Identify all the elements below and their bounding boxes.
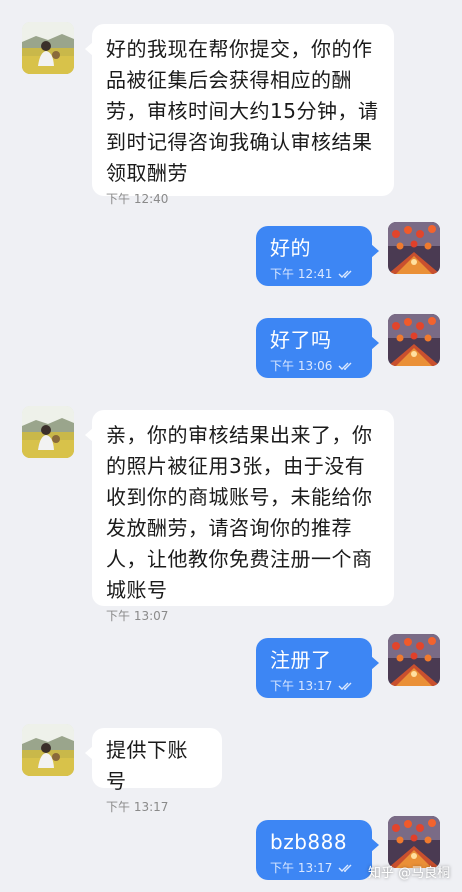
my-avatar[interactable] <box>388 222 440 274</box>
message-timestamp: 下午 13:17 <box>270 861 333 875</box>
incoming-message-bubble[interactable]: 亲，你的审核结果出来了，你的照片被征用3张，由于没有收到你的商城账号，未能给你发… <box>85 410 394 623</box>
message-timestamp: 下午 12:41 <box>270 267 333 281</box>
message-text: 提供下账号 <box>106 738 188 793</box>
message-timestamp: 下午 13:17 <box>270 679 333 693</box>
my-avatar[interactable] <box>388 314 440 366</box>
double-check-icon <box>338 361 356 371</box>
message-timestamp: 下午 12:40 <box>106 192 169 206</box>
incoming-message-bubble[interactable]: 好的我现在帮你提交，你的作品被征集后会获得相应的酬劳，审核时间大约15分钟，请到… <box>85 24 394 206</box>
double-check-icon <box>338 863 356 873</box>
watermark-text: 知乎 @马良桐 <box>368 866 451 881</box>
message-text: 好的我现在帮你提交，你的作品被征集后会获得相应的酬劳，审核时间大约15分钟，请到… <box>106 37 379 185</box>
message-text: 注册了 <box>270 648 332 672</box>
contact-avatar[interactable] <box>22 406 74 458</box>
outgoing-message-bubble[interactable]: bzb888 下午 13:17 <box>256 820 379 880</box>
message-text: bzb888 <box>270 830 348 854</box>
message-text: 好的 <box>270 236 311 260</box>
message-meta: 下午 13:17 <box>256 676 372 702</box>
message-meta: 下午 13:06 <box>256 356 372 382</box>
contact-avatar[interactable] <box>22 22 74 74</box>
message-text: 亲，你的审核结果出来了，你的照片被征用3张，由于没有收到你的商城账号，未能给你发… <box>106 423 373 602</box>
message-meta: 下午 12:41 <box>256 264 372 290</box>
message-timestamp: 下午 13:17 <box>106 800 169 814</box>
message-text: 好了吗 <box>270 328 332 352</box>
contact-avatar[interactable] <box>22 724 74 776</box>
outgoing-message-bubble[interactable]: 注册了 下午 13:17 <box>256 638 379 698</box>
message-timestamp: 下午 13:06 <box>270 359 333 373</box>
outgoing-message-bubble[interactable]: 好的 下午 12:41 <box>256 226 379 286</box>
message-timestamp: 下午 13:07 <box>106 609 169 623</box>
incoming-message-bubble[interactable]: 提供下账号 下午 13:17 <box>85 728 222 814</box>
my-avatar[interactable] <box>388 816 440 868</box>
double-check-icon <box>338 681 356 691</box>
message-meta: 下午 13:17 <box>256 858 372 884</box>
my-avatar[interactable] <box>388 634 440 686</box>
outgoing-message-bubble[interactable]: 好了吗 下午 13:06 <box>256 318 379 378</box>
double-check-icon <box>338 269 356 279</box>
